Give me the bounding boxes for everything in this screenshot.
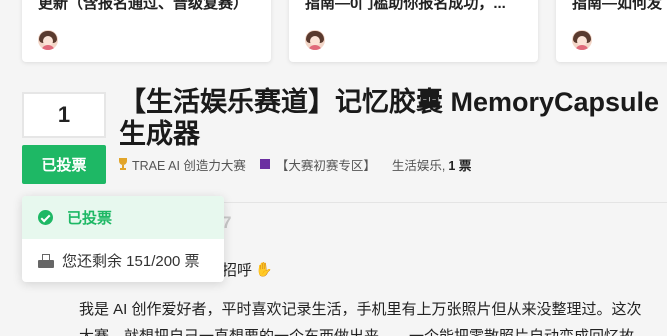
greeting-text: 招呼 ✋ (222, 259, 272, 280)
related-post-title[interactable]: 指南—0门槛助你报名成功，... (305, 0, 526, 13)
avatar (305, 30, 325, 50)
popover-remaining-item: 您还剩余 151/200 票 (22, 239, 224, 282)
tag-vote-count: 1 票 (448, 158, 472, 173)
avatar (38, 30, 58, 50)
related-posts-row: 更新（含报名通过、晋级复赛） 指南—0门槛助你报名成功，... 指南—如何发 (0, 0, 667, 64)
related-post-card[interactable]: 指南—0门槛助你报名成功，... (289, 0, 538, 62)
popover-voted-item[interactable]: 已投票 (22, 196, 224, 239)
remaining-votes-label: 您还剩余 151/200 票 (62, 253, 200, 270)
tag-link[interactable]: 生活娱乐, (392, 155, 445, 174)
trophy-icon (117, 158, 129, 170)
post-meta: TRAE AI 创造力大赛 【大赛初赛专区】 生活娱乐, 1 票 (117, 155, 471, 173)
vote-count: 1 (22, 92, 106, 138)
divider (224, 202, 667, 203)
post-body: 我是 AI 创作爱好者，平时喜欢记录生活，手机里有上万张照片但从来没整理过。这次… (79, 296, 667, 336)
related-post-title[interactable]: 更新（含报名通过、晋级复赛） (38, 0, 259, 13)
ballot-icon (38, 253, 54, 268)
vote-popover: 已投票 您还剩余 151/200 票 (22, 196, 224, 282)
related-post-card[interactable]: 指南—如何发 (556, 0, 667, 62)
popover-voted-label: 已投票 (67, 210, 113, 227)
greeting-label: 招呼 (222, 262, 253, 279)
contest-link[interactable]: TRAE AI 创造力大赛 (132, 155, 246, 174)
avatar (572, 30, 592, 50)
post-title: 【生活娱乐赛道】记忆胶囊 MemoryCapsule 生成器 (119, 87, 660, 149)
check-icon (38, 210, 53, 225)
body-line: 大赛，就想把自己一直想要的一个东西做出来——一个能把零散照片自动变成回忆故 (79, 323, 667, 336)
related-post-card[interactable]: 更新（含报名通过、晋级复赛） (22, 0, 271, 62)
related-post-title[interactable]: 指南—如何发 (572, 0, 667, 13)
body-line: 我是 AI 创作爱好者，平时喜欢记录生活，手机里有上万张照片但从来没整理过。这次 (79, 301, 642, 318)
category-color-icon (259, 159, 270, 169)
category-link[interactable]: 【大赛初赛专区】 (276, 155, 376, 174)
wave-icon: ✋ (255, 261, 273, 277)
voted-button[interactable]: 已投票 (22, 145, 106, 184)
